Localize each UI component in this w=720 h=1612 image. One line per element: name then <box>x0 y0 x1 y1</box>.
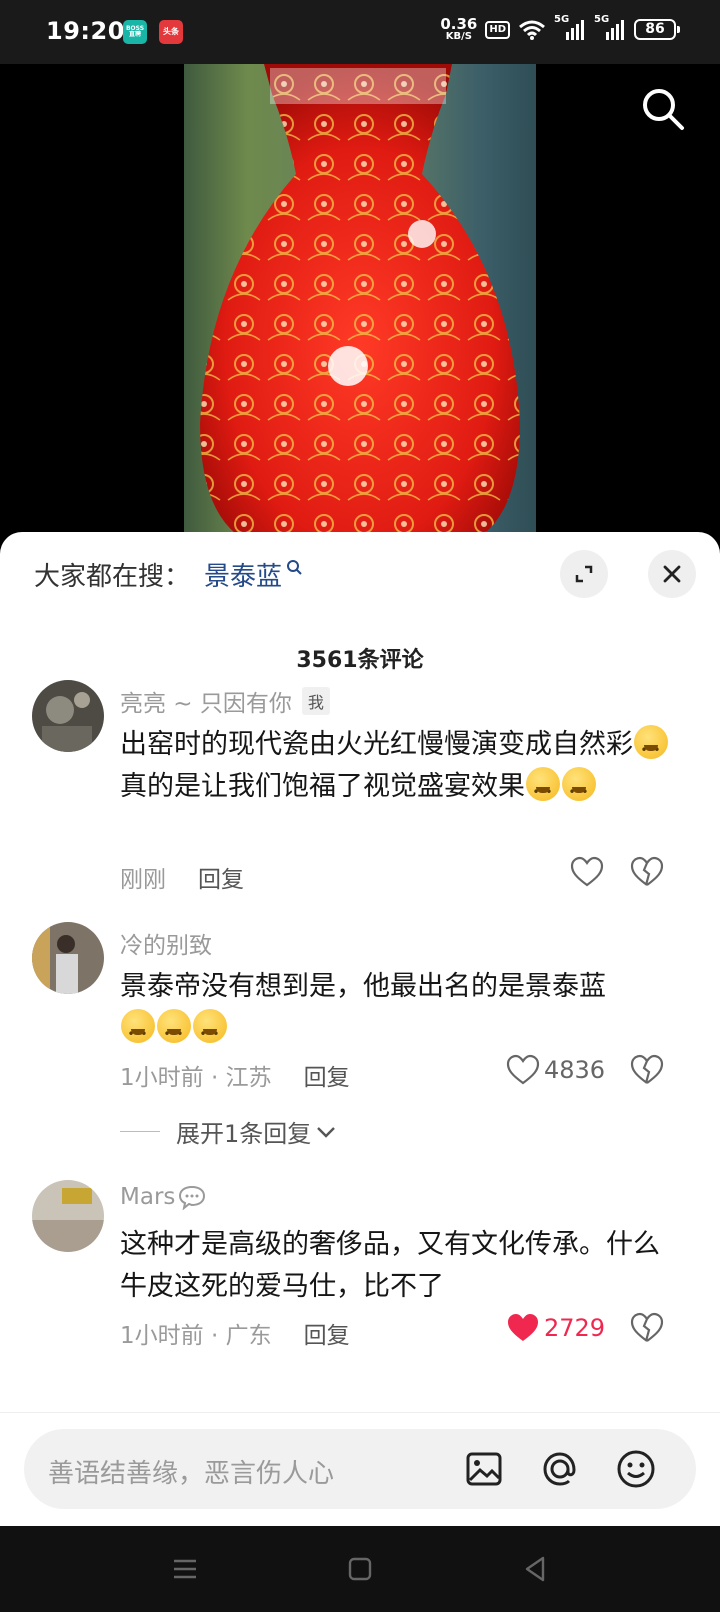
chat-bubble-icon <box>179 1185 206 1210</box>
broken-heart-icon[interactable] <box>630 1054 664 1086</box>
network-type-1: 5G <box>554 13 570 25</box>
username-text: 冷的别致 <box>120 933 212 959</box>
comment-text: 景泰帝没有想到是，他最出名的是景泰蓝 <box>120 966 680 1055</box>
username[interactable]: 冷的别致 <box>120 926 212 960</box>
like-count: 2729 <box>544 1314 606 1342</box>
expand-replies-label: 展开1条回复 <box>176 1120 312 1148</box>
back-icon[interactable] <box>518 1552 552 1586</box>
pleading-face-emoji-icon <box>157 1009 191 1055</box>
reply-button[interactable]: 回复 <box>304 1316 350 1350</box>
network-speed: 0.36 KB/S <box>440 17 477 42</box>
close-button[interactable] <box>648 550 696 598</box>
broken-heart-icon[interactable] <box>630 856 664 888</box>
comment-count: 3561条评论 <box>296 648 424 673</box>
close-icon <box>663 565 681 583</box>
status-bar: 19:20 BOSS 直聘 头条 0.36 KB/S HD 5G 5G 86 <box>0 0 720 64</box>
like-button[interactable]: 2729 <box>506 1312 605 1344</box>
heart-outline-icon <box>506 1054 540 1085</box>
comment-time: 1小时前 · 江苏 <box>120 1065 272 1091</box>
username-text: Mars <box>120 1184 176 1210</box>
video-player[interactable] <box>0 64 720 534</box>
wifi-icon <box>519 20 545 40</box>
broken-heart-icon[interactable] <box>630 1312 664 1344</box>
reply-button[interactable]: 回复 <box>304 1058 350 1092</box>
search-icon[interactable] <box>640 86 686 132</box>
like-count: 4836 <box>544 1056 606 1084</box>
comment-meta: 刚刚 回复 <box>120 860 244 894</box>
video-frame <box>184 64 536 534</box>
divider-line <box>120 1131 160 1132</box>
expand-replies-button[interactable]: 展开1条回复 <box>120 1114 337 1149</box>
toutiao-app-icon: 头条 <box>159 20 183 44</box>
pleading-face-emoji-icon <box>193 1009 227 1055</box>
expand-icon <box>575 565 593 583</box>
avatar[interactable] <box>32 680 104 752</box>
comment-meta: 1小时前 · 江苏 回复 <box>120 1058 350 1092</box>
heart-outline-icon <box>570 856 604 887</box>
avatar[interactable] <box>32 922 104 994</box>
input-placeholder: 善语结善缘，恶言伤人心 <box>48 1459 335 1489</box>
comment-time: 刚刚 <box>120 867 166 893</box>
grin-emoji-icon <box>526 767 560 813</box>
boss-app-icon: BOSS 直聘 <box>123 20 147 44</box>
dizzy-face-emoji-icon <box>634 725 668 771</box>
vase-image <box>200 64 520 534</box>
comment-input-bar: 善语结善缘，恶言伤人心 <box>0 1412 720 1526</box>
expand-button[interactable] <box>560 550 608 598</box>
comment-meta: 1小时前 · 广东 回复 <box>120 1316 350 1350</box>
avatar[interactable] <box>32 1180 104 1252</box>
search-prefix: 大家都在搜： <box>34 562 191 592</box>
hd-badge: HD <box>485 20 510 39</box>
speed-value: 0.36 <box>440 15 478 33</box>
comment-text-part: 真的是让我们饱福了视觉盛宴效果 <box>120 771 525 802</box>
heart-filled-icon <box>508 1314 538 1341</box>
username[interactable]: Mars <box>120 1184 207 1210</box>
search-suggestion[interactable]: 大家都在搜： 景泰蓝 <box>34 556 302 593</box>
chevron-down-icon <box>317 1126 336 1138</box>
comment-text-part: 出窑时的现代瓷由火光红慢慢演变成自然彩 <box>120 729 633 760</box>
me-tag: 我 <box>301 687 330 715</box>
comment-text: 这种才是高级的奢侈品，又有文化传承。什么牛皮这死的爱马仕，比不了 <box>120 1229 660 1302</box>
comment-sheet: 大家都在搜： 景泰蓝 3561条评论 亮亮 ~ 只因有你 我 出窑时的现代瓷由火… <box>0 532 720 1526</box>
comment-input[interactable]: 善语结善缘，恶言伤人心 <box>24 1429 696 1509</box>
comment-text: 出窑时的现代瓷由火光红慢慢演变成自然彩真的是让我们饱福了视觉盛宴效果 <box>120 724 680 813</box>
like-button[interactable]: 4836 <box>506 1054 605 1086</box>
image-icon[interactable] <box>462 1447 506 1491</box>
reply-button[interactable]: 回复 <box>198 860 244 894</box>
signal-icon-1: 5G <box>554 14 586 42</box>
boss-app-label: BOSS 直聘 <box>125 25 145 38</box>
search-keyword[interactable]: 景泰蓝 <box>204 556 282 593</box>
like-button[interactable] <box>570 856 608 888</box>
home-icon[interactable] <box>343 1552 377 1586</box>
emoji-smile-icon[interactable] <box>614 1447 658 1491</box>
username[interactable]: 亮亮 ~ 只因有你 我 <box>120 684 330 718</box>
username-text: 亮亮 ~ 只因有你 <box>120 691 292 717</box>
comment-time: 1小时前 · 广东 <box>120 1323 272 1349</box>
signal-icon-2: 5G <box>594 14 626 42</box>
at-mention-icon[interactable] <box>538 1447 582 1491</box>
network-type-2: 5G <box>594 13 610 25</box>
speed-unit: KB/S <box>445 31 472 42</box>
toutiao-app-label: 头条 <box>163 27 179 36</box>
search-small-icon <box>287 559 302 575</box>
menu-icon[interactable] <box>168 1552 202 1586</box>
comment-text-part: 景泰帝没有想到是，他最出名的是景泰蓝 <box>120 971 606 1002</box>
status-time: 19:20 <box>46 17 125 45</box>
wink-tongue-emoji-icon <box>562 767 596 813</box>
system-nav-bar <box>0 1526 720 1612</box>
battery-indicator: 86 <box>634 19 680 40</box>
pleading-face-emoji-icon <box>121 1009 155 1055</box>
